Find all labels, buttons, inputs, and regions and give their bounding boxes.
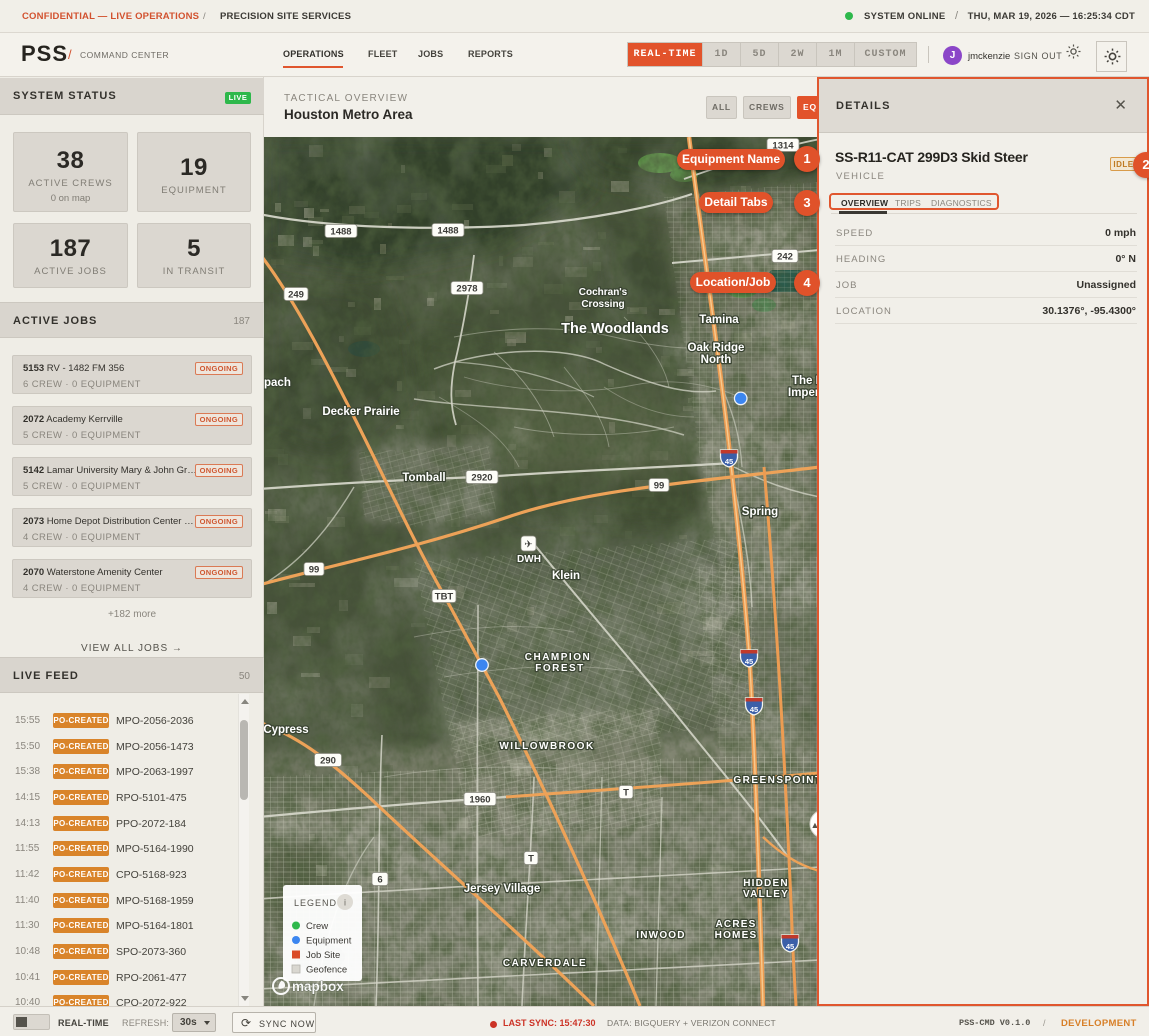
svg-text:1960: 1960 [469, 795, 490, 806]
svg-text:45: 45 [745, 657, 753, 666]
svg-text:Imper: Imper [788, 387, 818, 399]
svg-text:1488: 1488 [437, 226, 458, 237]
svg-text:FOREST: FOREST [535, 663, 585, 674]
svg-text:Job Site: Job Site [306, 950, 340, 961]
svg-text:✈: ✈ [524, 540, 532, 551]
svg-text:Spring: Spring [742, 506, 778, 518]
svg-text:Tamina: Tamina [699, 314, 739, 326]
svg-text:45: 45 [786, 942, 794, 951]
svg-text:T: T [528, 854, 534, 865]
svg-text:Cypress: Cypress [264, 724, 309, 736]
svg-text:Geofence: Geofence [306, 965, 347, 976]
svg-text:290: 290 [320, 756, 336, 767]
svg-text:1488: 1488 [330, 227, 351, 238]
svg-text:ACRES: ACRES [715, 919, 756, 930]
svg-text:Jersey Village: Jersey Village [464, 883, 541, 895]
svg-text:Oak Ridge: Oak Ridge [688, 342, 745, 354]
svg-text:CHAMPION: CHAMPION [525, 652, 591, 663]
svg-text:45: 45 [725, 457, 733, 466]
svg-text:DWH: DWH [517, 554, 541, 565]
svg-text:GREENSPOINT: GREENSPOINT [733, 775, 818, 786]
svg-text:VALLEY: VALLEY [743, 889, 789, 900]
svg-text:pach: pach [264, 377, 291, 389]
svg-text:249: 249 [288, 290, 304, 301]
svg-text:242: 242 [777, 252, 793, 263]
svg-text:Tomball: Tomball [402, 472, 445, 484]
svg-text:CARVERDALE: CARVERDALE [503, 958, 587, 969]
svg-text:TBT: TBT [435, 592, 454, 603]
svg-text:LEGEND: LEGEND [294, 898, 337, 908]
svg-text:WILLOWBROOK: WILLOWBROOK [499, 741, 594, 752]
svg-text:Cochran's: Cochran's [579, 287, 628, 298]
svg-text:Crossing: Crossing [581, 299, 624, 310]
svg-text:Crew: Crew [306, 921, 328, 932]
svg-text:i: i [344, 898, 346, 908]
svg-text:HIDDEN: HIDDEN [743, 878, 789, 889]
svg-text:The Woodlands: The Woodlands [561, 321, 669, 337]
svg-text:INWOOD: INWOOD [636, 930, 685, 941]
svg-text:mapbox: mapbox [292, 979, 344, 994]
svg-text:6: 6 [377, 875, 382, 886]
svg-text:2978: 2978 [456, 284, 477, 295]
svg-text:The L: The L [792, 375, 818, 387]
svg-text:99: 99 [654, 481, 665, 492]
svg-text:T: T [623, 788, 629, 799]
svg-text:HOMES: HOMES [715, 930, 758, 941]
svg-text:North: North [701, 354, 732, 366]
svg-text:Klein: Klein [552, 570, 580, 582]
svg-text:Equipment: Equipment [306, 936, 352, 947]
svg-text:99: 99 [309, 565, 320, 576]
svg-text:2920: 2920 [471, 473, 492, 484]
svg-text:45: 45 [750, 705, 758, 714]
svg-text:Decker Prairie: Decker Prairie [322, 406, 399, 418]
